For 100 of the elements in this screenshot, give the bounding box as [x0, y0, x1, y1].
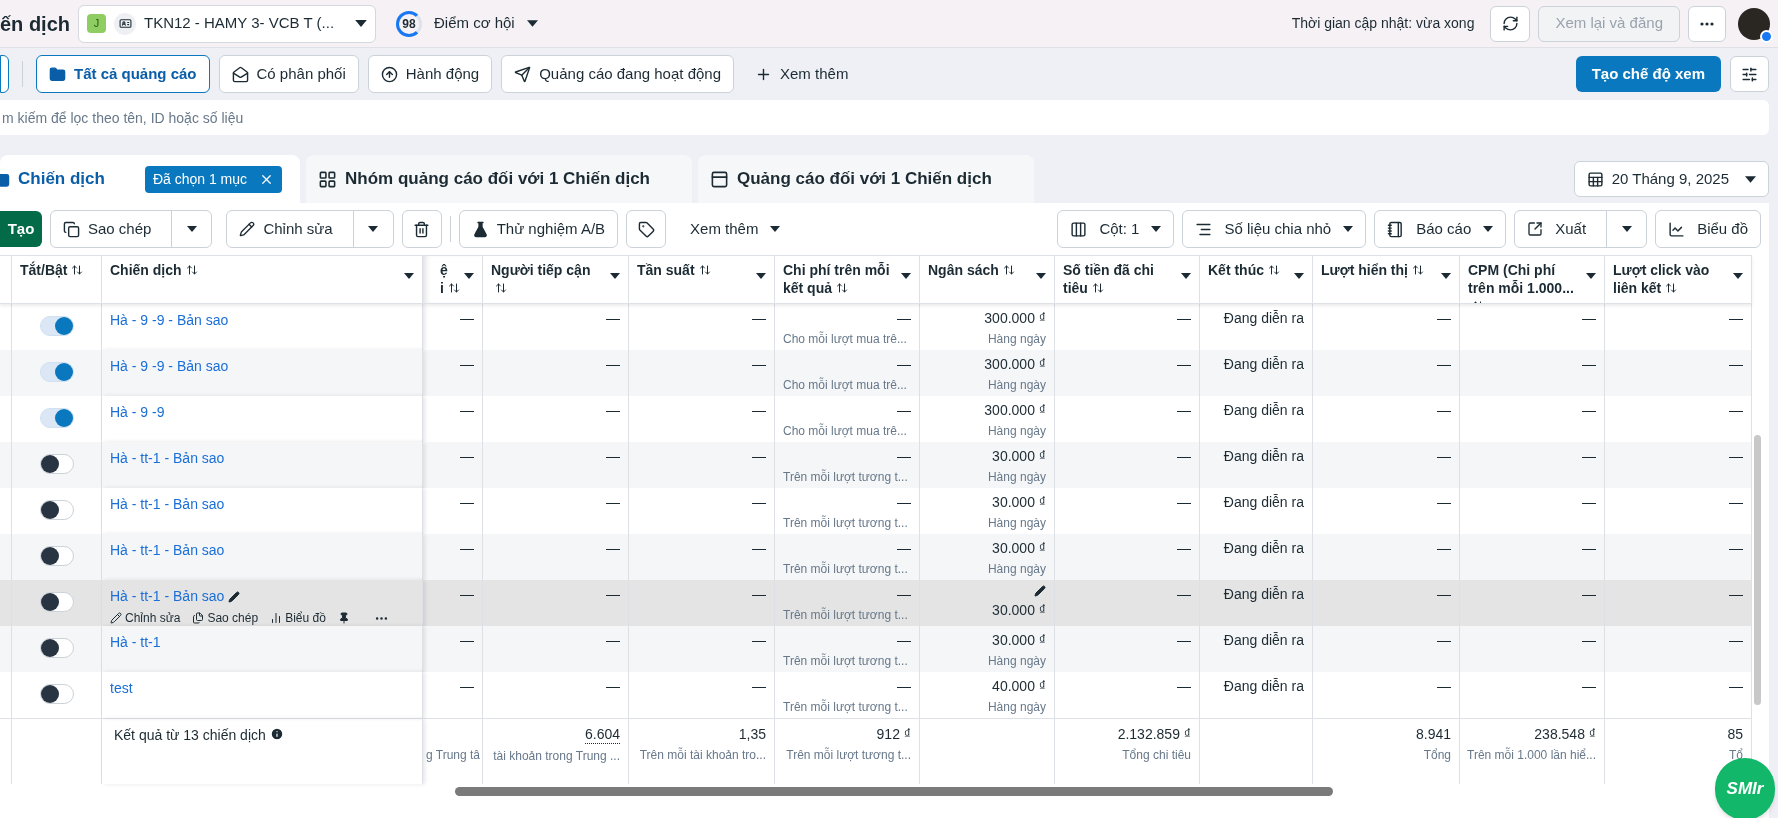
toggle-switch[interactable]	[39, 546, 74, 566]
campaign-link[interactable]: Hà - tt-1	[110, 632, 161, 653]
cell-note: Trên mỗi lượt tương t...	[783, 560, 909, 578]
info-icon[interactable]	[269, 727, 284, 741]
column-header[interactable]: Kết thúc	[1200, 256, 1313, 303]
filter-button[interactable]: Quảng cáo đang hoạt động	[501, 55, 734, 93]
column-header[interactable]: Tắt/Bật	[12, 256, 102, 303]
table-cell: —	[1437, 309, 1451, 327]
caret-icon	[610, 273, 620, 279]
column-header[interactable]: Tần suất	[629, 256, 775, 303]
create-button[interactable]: Tạo	[0, 211, 42, 247]
table-row[interactable]: Hà - 9 -9 - Bản sao — — — — Cho mỗi lượt mua trê... 300.000 ₫ Hàng ngày — Đang diễn ra — — —	[0, 350, 1752, 396]
row-action-button[interactable]: Chỉnh sửa	[110, 609, 181, 627]
opportunity-score[interactable]: 98 Điểm cơ hội	[396, 10, 538, 37]
column-header[interactable]: Chi phí trên mỗi kết quả	[775, 256, 920, 303]
filter-button[interactable]: Tất cả quảng cáo	[36, 55, 210, 93]
campaign-link[interactable]: test	[110, 678, 133, 699]
action-icon	[192, 612, 205, 624]
table-cell: —	[1729, 493, 1743, 511]
table-cell: —	[606, 309, 620, 327]
toggle-switch[interactable]	[39, 638, 74, 658]
more-filters-button[interactable]: Xem thêm	[743, 55, 861, 93]
more-actions-button[interactable]: Xem thêm	[674, 210, 797, 248]
filter-button[interactable]: Hành động	[367, 55, 493, 93]
column-header[interactable]: Ngân sách	[920, 256, 1055, 303]
table-cell: —	[1177, 447, 1191, 465]
tag-button[interactable]	[626, 210, 667, 248]
table-cell: —	[460, 309, 474, 327]
refresh-button[interactable]	[1490, 5, 1531, 42]
table-cell: —	[1437, 539, 1451, 557]
table-row[interactable]: Hà - tt-1 - Bản sao — — — — Trên mỗi lượt tương t... 30.000 ₫ Hàng ngày — Đang diễn ra — — —	[0, 442, 1752, 488]
settings-button[interactable]	[1730, 56, 1769, 92]
table-cell: —	[752, 677, 766, 695]
toggle-switch[interactable]	[39, 362, 74, 382]
pencil-icon	[228, 590, 241, 603]
table-cell: —	[606, 677, 620, 695]
campaign-link[interactable]: Hà - 9 -9 - Bản sao	[110, 356, 229, 377]
tab[interactable]: Nhóm quảng cáo đối với 1 Chiến dịch	[306, 155, 692, 203]
toggle-switch[interactable]	[39, 408, 74, 428]
selection-badge[interactable]: Đã chọn 1 mục	[144, 165, 283, 193]
ab-test-button[interactable]: Thử nghiệm A/B	[458, 210, 619, 248]
campaign-link[interactable]: Hà - 9 -9	[110, 402, 165, 423]
cell-note: Hàng ngày	[986, 331, 1046, 348]
action-icon	[110, 612, 122, 624]
table-cell: Đang diễn ra	[1223, 539, 1304, 557]
column-header[interactable]: Người tiếp cận	[483, 256, 629, 303]
search-field[interactable]: m kiếm để lọc theo tên, ID hoặc số liệu	[0, 100, 1769, 135]
horizontal-scrollbar[interactable]	[455, 787, 1333, 796]
table-row[interactable]: Hà - tt-1 - Bản sao Chỉnh sửa Sao chép Biểu đồ — — — — Trên mỗi lượt tương t... 30.000 ₫ — Đang diễn ra — — —	[0, 580, 1752, 626]
flask-icon	[471, 220, 489, 238]
filter-button[interactable]	[0, 55, 9, 93]
filter-button[interactable]: Có phân phối	[218, 55, 359, 93]
campaign-link[interactable]: Hà - tt-1 - Bản sao	[110, 586, 225, 607]
action-icon	[270, 612, 283, 624]
row-action-button[interactable]: Sao chép	[192, 609, 259, 627]
reports-button[interactable]: Báo cáo	[1374, 210, 1507, 248]
campaign-link[interactable]: Hà - tt-1 - Bản sao	[110, 448, 225, 469]
row-action-button[interactable]: Biểu đồ	[270, 609, 326, 627]
column-header[interactable]: Chiến dịch	[102, 256, 423, 303]
table-cell: —	[606, 447, 620, 465]
campaign-link[interactable]: Hà - tt-1 - Bản sao	[110, 540, 225, 561]
column-header[interactable]: ệ i	[423, 256, 483, 303]
table-cell: —	[897, 493, 911, 511]
toggle-switch[interactable]	[39, 316, 74, 336]
table-row[interactable]: Hà - tt-1 - Bản sao — — — — Trên mỗi lượt tương t... 30.000 ₫ Hàng ngày — Đang diễn ra — — —	[0, 534, 1752, 580]
cell-note: Hàng ngày	[986, 561, 1046, 578]
caret-icon	[1745, 175, 1756, 183]
table-row[interactable]: Hà - tt-1 — — — — Trên mỗi lượt tương t... 30.000 ₫ Hàng ngày — Đang diễn ra — — —	[0, 626, 1752, 672]
create-view-button[interactable]: Tạo chế độ xem	[1575, 56, 1721, 92]
table-cell: —	[460, 585, 474, 603]
profile-avatar[interactable]	[1738, 7, 1770, 40]
pin-icon[interactable]	[337, 612, 350, 624]
column-header[interactable]: Lượt hiển thị	[1313, 256, 1460, 303]
toggle-switch[interactable]	[39, 592, 74, 612]
chart-button[interactable]: Biểu đồ	[1655, 210, 1761, 248]
breakdown-button[interactable]: Số liệu chia nhỏ	[1182, 210, 1367, 248]
account-selector[interactable]: J TKN12 - HAMY 3- VCB T (...	[78, 4, 376, 43]
sort-icon	[1002, 264, 1015, 276]
vertical-scrollbar[interactable]	[1754, 435, 1761, 705]
settings-icon	[1741, 65, 1758, 83]
table-cell: —	[1582, 493, 1596, 511]
table-cell: 30.000 ₫	[992, 601, 1046, 619]
toggle-switch[interactable]	[39, 684, 74, 704]
column-label: Chiến dịch	[110, 261, 198, 279]
columns-button[interactable]: Cột: 1	[1057, 210, 1175, 248]
tab[interactable]: Quảng cáo đối với 1 Chiến dịch	[697, 155, 1034, 203]
delete-button[interactable]	[401, 210, 442, 248]
tab[interactable]: Chiến dịch Đã chọn 1 mục	[0, 155, 301, 203]
table-cell: —	[752, 401, 766, 419]
column-header[interactable]: Lượt click vào liên kết	[1605, 256, 1752, 303]
date-picker[interactable]: 20 Tháng 9, 2025	[1573, 161, 1769, 197]
column-header[interactable]: Số tiền đã chi tiêu	[1055, 256, 1200, 303]
pencil-icon[interactable]	[1034, 585, 1046, 597]
campaign-link[interactable]: Hà - tt-1 - Bản sao	[110, 494, 225, 515]
campaign-link[interactable]: Hà - 9 -9 - Bản sao	[110, 310, 229, 331]
total-value: 1,35	[738, 725, 766, 743]
toggle-switch[interactable]	[39, 454, 74, 474]
table-cell: —	[460, 355, 474, 373]
caret-icon	[756, 273, 766, 279]
toggle-switch[interactable]	[39, 500, 74, 520]
